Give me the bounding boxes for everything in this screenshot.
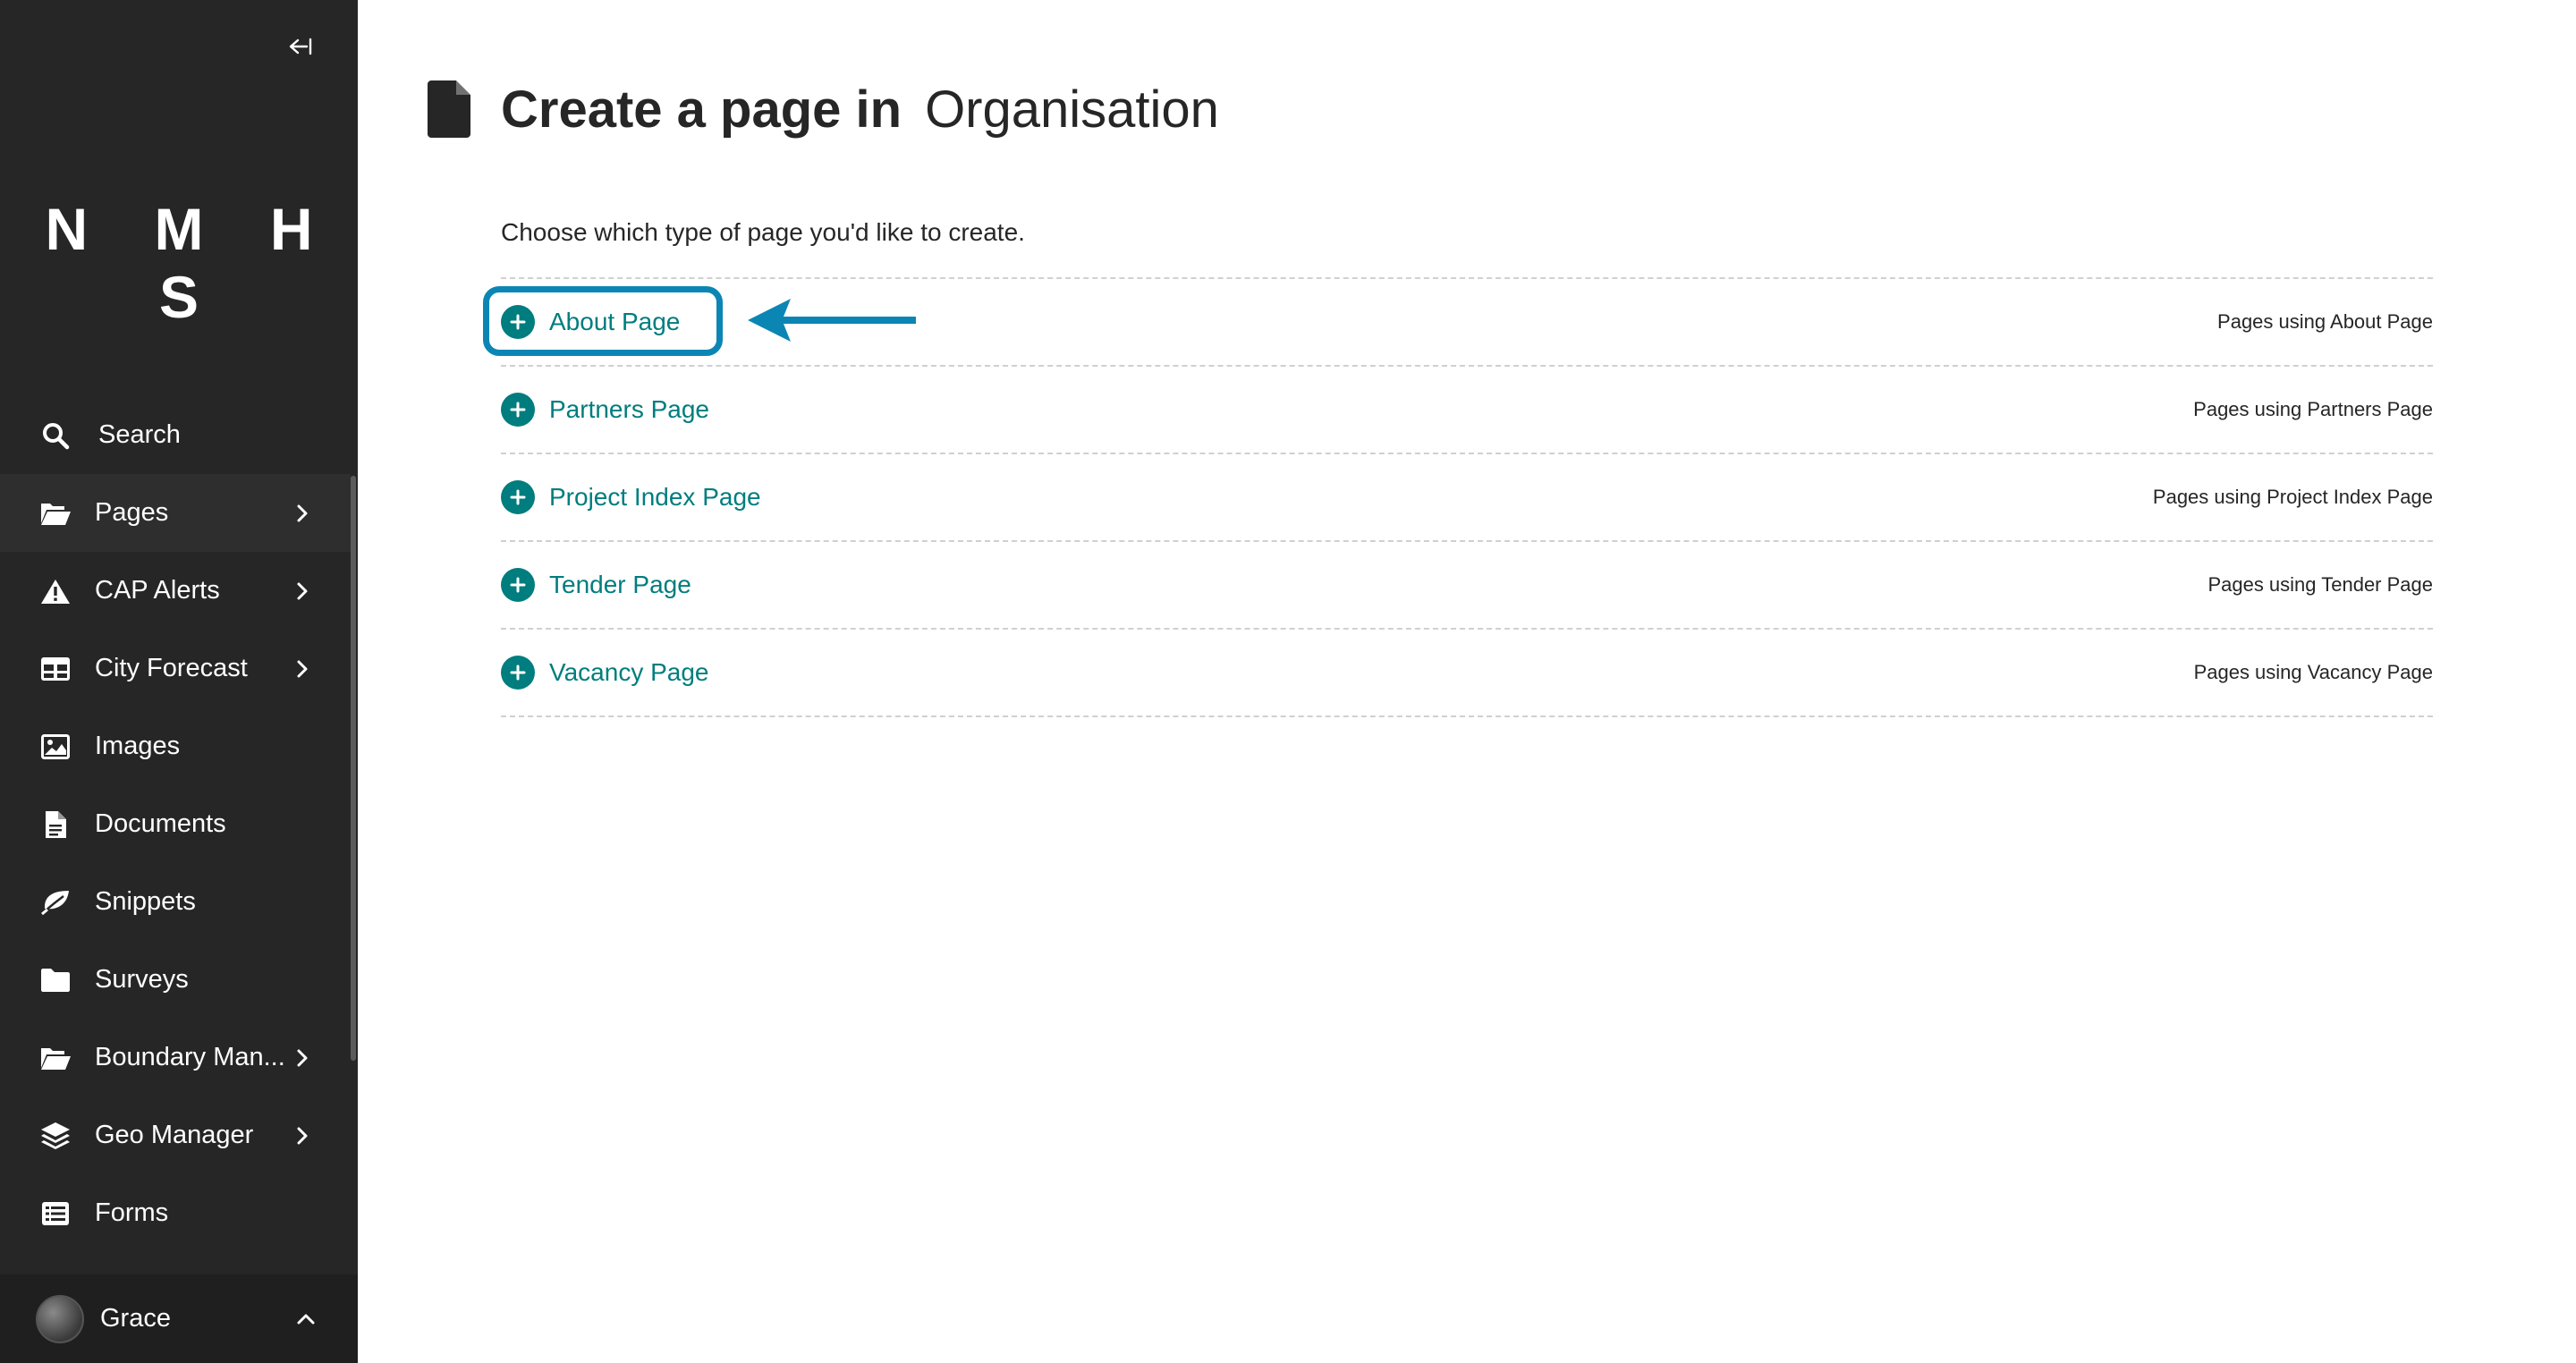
sidebar-item-label: Search bbox=[98, 420, 181, 449]
annotation-arrow-icon bbox=[748, 299, 916, 342]
sidebar-item-snippets[interactable]: Snippets bbox=[0, 863, 351, 941]
add-vacancy-page-link[interactable]: Vacancy Page bbox=[501, 656, 709, 690]
sidebar-item-search[interactable]: Search bbox=[0, 396, 351, 474]
page-type-usage-link[interactable]: Pages using Tender Page bbox=[2207, 573, 2433, 597]
document-icon bbox=[428, 80, 470, 138]
avatar bbox=[36, 1294, 84, 1343]
search-icon bbox=[39, 419, 72, 452]
sidebar-item-label: CAP Alerts bbox=[95, 576, 220, 605]
intro-text: Choose which type of page you'd like to … bbox=[501, 218, 1025, 246]
sidebar-item-city-forecast[interactable]: City Forecast bbox=[0, 630, 351, 707]
page-title-prefix: Create a page in bbox=[501, 80, 902, 139]
chevron-right-icon bbox=[292, 503, 313, 524]
collapse-icon bbox=[289, 38, 312, 55]
collapse-sidebar-button[interactable] bbox=[275, 27, 322, 66]
site-logo[interactable]: N M H S bbox=[0, 195, 358, 331]
page-type-label: About Page bbox=[549, 308, 681, 335]
sidebar-item-boundary-manager[interactable]: Boundary Man... bbox=[0, 1019, 351, 1096]
sidebar-item-label: Geo Manager bbox=[95, 1121, 254, 1149]
sidebar-item-label: Snippets bbox=[95, 887, 196, 916]
chevron-right-icon bbox=[292, 580, 313, 602]
sidebar-item-label: Boundary Man... bbox=[95, 1043, 285, 1071]
page-type-label: Vacancy Page bbox=[549, 658, 709, 686]
sidebar-scrollbar[interactable] bbox=[351, 476, 356, 1061]
sidebar-item-pages[interactable]: Pages bbox=[0, 474, 351, 552]
list-item-partners-page: Partners Page Pages using Partners Page bbox=[501, 367, 2433, 454]
folder-open-icon bbox=[39, 1042, 72, 1074]
chevron-right-icon bbox=[292, 1125, 313, 1147]
page-type-usage-link[interactable]: Pages using About Page bbox=[2217, 310, 2433, 334]
sidebar-item-label: Pages bbox=[95, 498, 169, 527]
plus-circle-icon bbox=[501, 568, 535, 602]
plus-circle-icon bbox=[501, 656, 535, 690]
leaf-icon bbox=[39, 886, 72, 919]
page-type-usage-link[interactable]: Pages using Vacancy Page bbox=[2194, 661, 2433, 684]
account-name: Grace bbox=[100, 1304, 171, 1333]
document-icon bbox=[39, 808, 72, 841]
page-type-usage-link[interactable]: Pages using Partners Page bbox=[2193, 398, 2433, 421]
folder-icon bbox=[39, 964, 72, 996]
list-item-vacancy-page: Vacancy Page Pages using Vacancy Page bbox=[501, 630, 2433, 717]
list-item-tender-page: Tender Page Pages using Tender Page bbox=[501, 542, 2433, 630]
sidebar: N M H S Search Pages CAP Alerts City For… bbox=[0, 0, 358, 1363]
sidebar-item-label: Surveys bbox=[95, 965, 189, 994]
page-type-usage-link[interactable]: Pages using Project Index Page bbox=[2153, 486, 2433, 509]
plus-circle-icon bbox=[501, 480, 535, 514]
sidebar-item-surveys[interactable]: Surveys bbox=[0, 941, 351, 1019]
page-type-label: Partners Page bbox=[549, 395, 709, 423]
sidebar-item-geo-manager[interactable]: Geo Manager bbox=[0, 1096, 351, 1174]
page-type-label: Project Index Page bbox=[549, 483, 761, 511]
add-about-page-link[interactable]: About Page bbox=[501, 305, 680, 339]
page-header: Create a page in Organisation bbox=[428, 73, 1219, 145]
plus-circle-icon bbox=[501, 393, 535, 427]
folder-open-icon bbox=[39, 497, 72, 529]
sidebar-item-cap-alerts[interactable]: CAP Alerts bbox=[0, 552, 351, 630]
plus-circle-icon bbox=[501, 305, 535, 339]
sidebar-item-label: Documents bbox=[95, 809, 226, 838]
add-tender-page-link[interactable]: Tender Page bbox=[501, 568, 691, 602]
list-item-project-index-page: Project Index Page Pages using Project I… bbox=[501, 454, 2433, 542]
page-type-label: Tender Page bbox=[549, 571, 691, 598]
add-project-index-page-link[interactable]: Project Index Page bbox=[501, 480, 761, 514]
image-icon bbox=[39, 731, 72, 763]
sidebar-item-label: Forms bbox=[95, 1198, 169, 1227]
page-title: Create a page in Organisation bbox=[501, 80, 1219, 140]
add-partners-page-link[interactable]: Partners Page bbox=[501, 393, 709, 427]
sidebar-item-images[interactable]: Images bbox=[0, 707, 351, 785]
sidebar-item-label: City Forecast bbox=[95, 654, 248, 682]
sidebar-item-label: Images bbox=[95, 732, 181, 760]
layers-icon bbox=[39, 1120, 72, 1152]
account-menu-toggle[interactable]: Grace bbox=[0, 1274, 358, 1363]
chevron-right-icon bbox=[292, 1047, 313, 1069]
sidebar-item-documents[interactable]: Documents bbox=[0, 785, 351, 863]
list-icon bbox=[39, 1198, 72, 1230]
chevron-right-icon bbox=[292, 658, 313, 680]
parent-page-title: Organisation bbox=[925, 80, 1219, 139]
warning-icon bbox=[39, 575, 72, 607]
table-icon bbox=[39, 653, 72, 685]
main-content: Create a page in Organisation Choose whi… bbox=[358, 0, 2576, 1363]
chevron-up-icon bbox=[295, 1308, 317, 1330]
sidebar-item-forms[interactable]: Forms bbox=[0, 1174, 351, 1252]
